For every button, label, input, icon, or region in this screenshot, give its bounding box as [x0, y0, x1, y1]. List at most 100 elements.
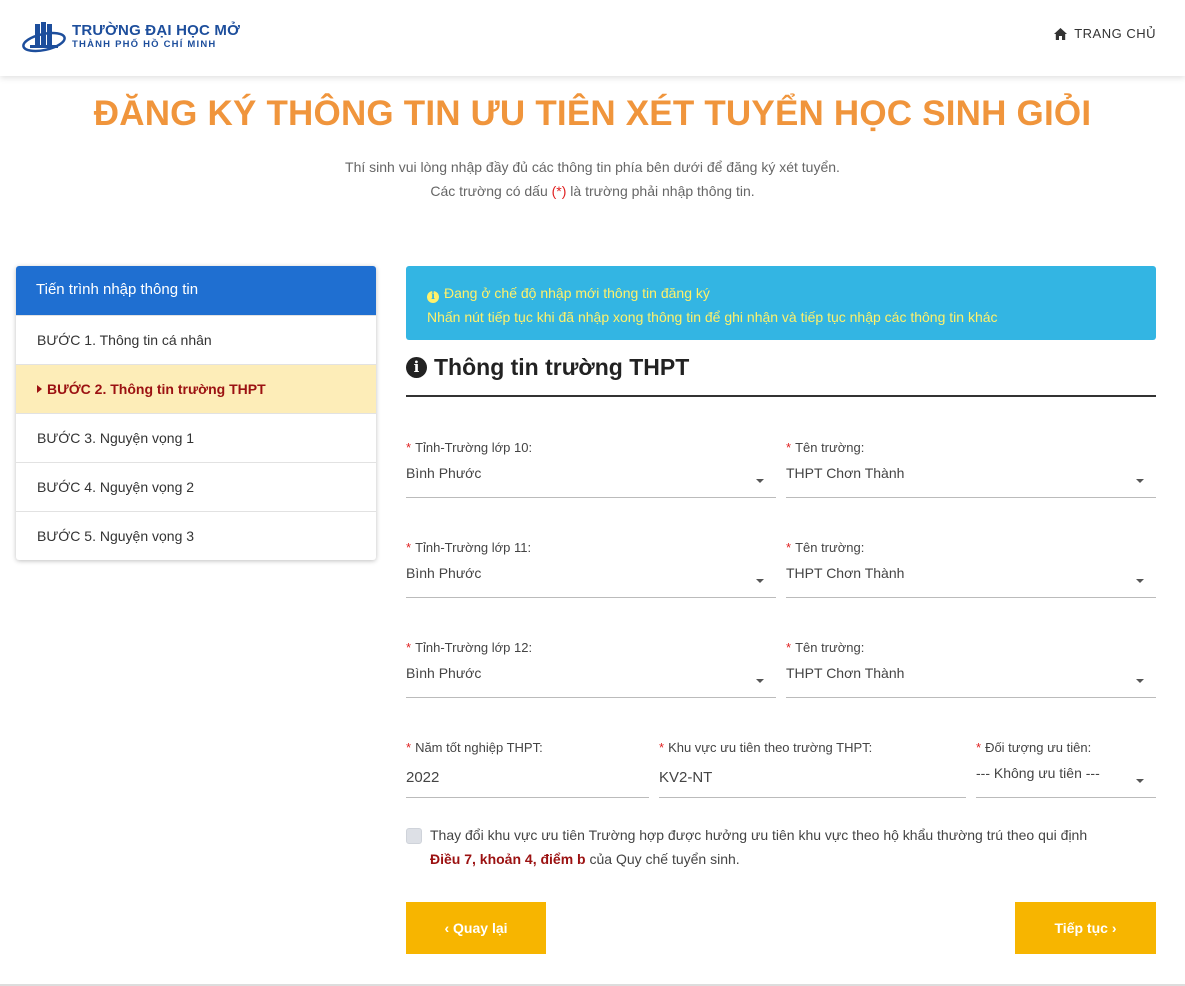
- required-marker: *: [406, 440, 412, 455]
- label-text: Tỉnh-Trường lớp 12:: [415, 640, 533, 655]
- change-area-label: Thay đổi khu vực ưu tiên Trường hợp được…: [430, 827, 1088, 843]
- next-button[interactable]: Tiếp tục ›: [1015, 902, 1156, 954]
- page-intro: Thí sinh vui lòng nhập đầy đủ các thông …: [0, 155, 1185, 203]
- required-marker: *: [406, 640, 412, 655]
- province-grade10-select[interactable]: Bình Phước: [406, 463, 776, 498]
- progress-sidebar: Tiến trình nhập thông tin BƯỚC 1. Thông …: [16, 266, 376, 560]
- back-button[interactable]: ‹ Quay lại: [406, 902, 546, 954]
- home-link[interactable]: TRANG CHỦ: [1054, 26, 1156, 41]
- logo-emblem-icon: [22, 22, 66, 53]
- intro-text: là trường phải nhập thông tin.: [566, 183, 755, 199]
- select-value: Bình Phước: [406, 665, 482, 681]
- label-text: Khu vực ưu tiên theo trường THPT:: [668, 740, 873, 755]
- section-title-text: Thông tin trường THPT: [434, 354, 690, 380]
- select-value: --- Không ưu tiên ---: [976, 765, 1100, 781]
- select-value: THPT Chơn Thành: [786, 565, 905, 581]
- intro-line-2: Các trường có dấu (*) là trường phải nhậ…: [0, 179, 1185, 203]
- priority-group-select[interactable]: --- Không ưu tiên ---: [976, 763, 1156, 798]
- info-text: Đang ở chế độ nhập mới thông tin đăng ký: [444, 285, 710, 301]
- label-text: Đối tượng ưu tiên:: [985, 740, 1092, 755]
- university-logo[interactable]: TRƯỜNG ĐẠI HỌC MỞ THÀNH PHỐ HỒ CHÍ MINH: [22, 18, 240, 58]
- chevron-down-icon: [1136, 679, 1144, 683]
- info-line-1: i Đang ở chế độ nhập mới thông tin đăng k…: [427, 281, 1135, 305]
- school-grade12-select[interactable]: THPT Chơn Thành: [786, 663, 1156, 698]
- step-label: BƯỚC 1. Thông tin cá nhân: [37, 332, 212, 348]
- school-grade10-field: * Tên trường: THPT Chơn Thành: [786, 440, 1156, 498]
- province-grade11-field: * Tỉnh-Trường lớp 11: Bình Phước: [406, 540, 776, 598]
- required-marker: *: [406, 540, 412, 555]
- province-grade11-select[interactable]: Bình Phước: [406, 563, 776, 598]
- step-label: BƯỚC 4. Nguyện vọng 2: [37, 479, 195, 495]
- required-marker: *: [786, 440, 792, 455]
- province-grade12-select[interactable]: Bình Phước: [406, 663, 776, 698]
- logo-subtitle: THÀNH PHỐ HỒ CHÍ MINH: [72, 39, 217, 50]
- graduation-year-field: * Năm tốt nghiệp THPT: 2022: [406, 740, 649, 798]
- required-marker: *: [786, 640, 792, 655]
- field-label: * Tỉnh-Trường lớp 10:: [406, 440, 776, 456]
- required-marker: (*): [551, 183, 567, 199]
- sidebar-item-step-4[interactable]: BƯỚC 4. Nguyện vọng 2: [16, 462, 376, 511]
- sidebar-item-step-5[interactable]: BƯỚC 5. Nguyện vọng 3: [16, 511, 376, 560]
- school-grade12-field: * Tên trường: THPT Chơn Thành: [786, 640, 1156, 698]
- step-label: BƯỚC 2. Thông tin trường THPT: [47, 381, 266, 397]
- select-value: THPT Chơn Thành: [786, 465, 905, 481]
- next-button-label: Tiếp tục: [1054, 920, 1108, 936]
- field-label: * Tên trường:: [786, 640, 1156, 656]
- select-value: Bình Phước: [406, 565, 482, 581]
- select-value: Bình Phước: [406, 465, 482, 481]
- priority-area-field: * Khu vực ưu tiên theo trường THPT: KV2-N…: [659, 740, 966, 798]
- home-icon: [1054, 27, 1068, 40]
- required-marker: *: [659, 740, 665, 755]
- province-grade12-field: * Tỉnh-Trường lớp 12: Bình Phước: [406, 640, 776, 698]
- info-circle-icon: i: [406, 357, 427, 378]
- logo-title: TRƯỜNG ĐẠI HỌC MỞ: [72, 22, 241, 39]
- label-text: Tỉnh-Trường lớp 10:: [415, 440, 533, 455]
- field-label: * Tỉnh-Trường lớp 12:: [406, 640, 776, 656]
- sidebar-item-step-3[interactable]: BƯỚC 3. Nguyện vọng 1: [16, 413, 376, 462]
- chevron-down-icon: [1136, 479, 1144, 483]
- chevron-down-icon: [756, 679, 764, 683]
- school-grade10-select[interactable]: THPT Chơn Thành: [786, 463, 1156, 498]
- select-value: THPT Chơn Thành: [786, 665, 905, 681]
- field-label: * Đối tượng ưu tiên:: [976, 740, 1156, 756]
- section-title: i Thông tin trường THPT: [406, 354, 689, 381]
- chevron-left-icon: ‹: [444, 920, 450, 936]
- sidebar-item-step-2[interactable]: BƯỚC 2. Thông tin trường THPT: [16, 364, 376, 413]
- back-button-label: Quay lại: [453, 920, 508, 936]
- required-marker: *: [976, 740, 982, 755]
- field-label: * Tên trường:: [786, 540, 1156, 556]
- info-circle-icon: i: [427, 291, 439, 303]
- sidebar-item-step-1[interactable]: BƯỚC 1. Thông tin cá nhân: [16, 315, 376, 364]
- step-label: BƯỚC 5. Nguyện vọng 3: [37, 528, 195, 544]
- input-value: KV2-NT: [659, 769, 713, 786]
- field-label: * Tỉnh-Trường lớp 11:: [406, 540, 776, 556]
- change-area-checkbox[interactable]: [406, 828, 422, 844]
- change-area-option: Thay đổi khu vực ưu tiên Trường hợp được…: [406, 823, 1156, 871]
- input-value: 2022: [406, 769, 440, 786]
- info-line-2: Nhấn nút tiếp tục khi đã nhập xong thông…: [427, 309, 998, 325]
- required-marker: *: [406, 740, 412, 755]
- label-text: Tên trường:: [795, 640, 865, 655]
- priority-group-field: * Đối tượng ưu tiên: --- Không ưu tiên --…: [976, 740, 1156, 798]
- intro-line-1: Thí sinh vui lòng nhập đầy đủ các thông …: [345, 159, 840, 175]
- graduation-year-input[interactable]: 2022: [406, 763, 649, 798]
- regulation-reference: Điều 7, khoản 4, điểm b: [430, 851, 586, 867]
- caret-right-icon: [37, 385, 42, 393]
- school-grade11-field: * Tên trường: THPT Chơn Thành: [786, 540, 1156, 598]
- section-divider: [406, 395, 1156, 397]
- label-text: Tên trường:: [795, 440, 865, 455]
- step-label: BƯỚC 3. Nguyện vọng 1: [37, 430, 195, 446]
- field-label: * Khu vực ưu tiên theo trường THPT:: [659, 740, 966, 756]
- sidebar-title: Tiến trình nhập thông tin: [16, 266, 376, 315]
- school-grade11-select[interactable]: THPT Chơn Thành: [786, 563, 1156, 598]
- page-title: ĐĂNG KÝ THÔNG TIN ƯU TIÊN XÉT TUYỂN HỌC …: [93, 94, 1092, 133]
- chevron-right-icon: ›: [1111, 920, 1117, 936]
- chevron-down-icon: [1136, 579, 1144, 583]
- top-navbar: TRƯỜNG ĐẠI HỌC MỞ THÀNH PHỐ HỒ CHÍ MINH …: [0, 0, 1185, 76]
- label-text: Năm tốt nghiệp THPT:: [415, 740, 543, 755]
- change-area-text: Thay đổi khu vực ưu tiên Trường hợp được…: [430, 823, 1156, 871]
- label-text: Tên trường:: [795, 540, 865, 555]
- priority-area-input[interactable]: KV2-NT: [659, 763, 966, 798]
- label-text: Tỉnh-Trường lớp 11:: [415, 540, 532, 555]
- change-area-suffix: của Quy chế tuyển sinh.: [585, 851, 740, 867]
